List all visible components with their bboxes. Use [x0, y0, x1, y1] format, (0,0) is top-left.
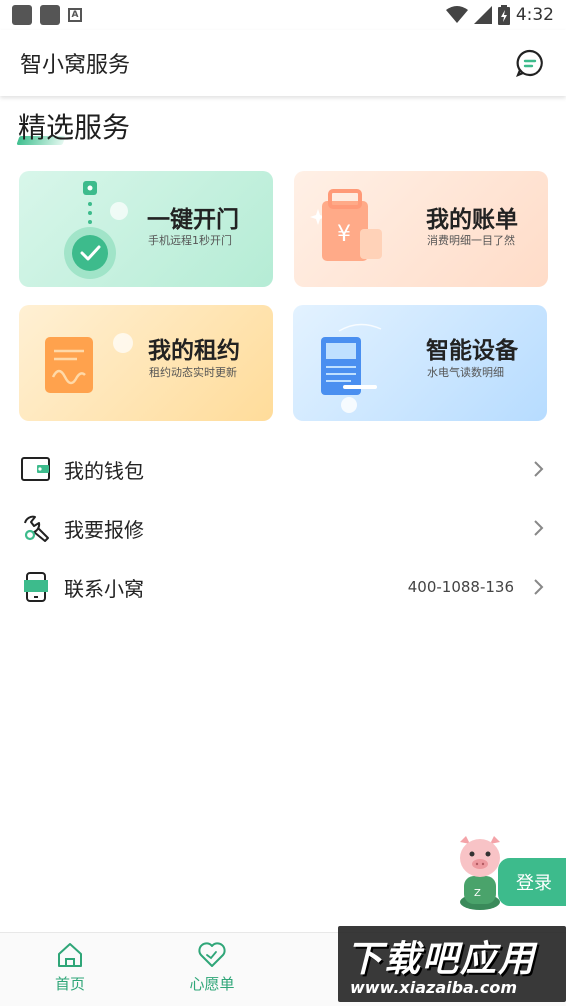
section-title: 精选服务: [18, 111, 131, 144]
card-open-door[interactable]: 一键开门 手机远程1秒开门: [19, 171, 273, 287]
chat-bubble-icon: [516, 49, 543, 77]
heart-icon: [198, 942, 226, 967]
lease-document-icon: [45, 333, 133, 393]
card-subtitle: 水电气读数明细: [427, 366, 504, 379]
status-time: 4:32: [515, 5, 554, 25]
app-header: 智小窝服务: [0, 30, 566, 96]
keyboard-icon: A: [68, 8, 82, 22]
wifi-icon: [445, 6, 468, 23]
login-label: 登录: [516, 873, 552, 894]
battery-icon: [497, 5, 510, 25]
watermark: 下载吧应用 www.xiazaiba.com: [338, 926, 566, 1002]
list-item-wallet[interactable]: 我的钱包: [0, 440, 566, 498]
svg-text:¥: ¥: [337, 222, 351, 247]
chevron-right-icon: [534, 579, 544, 595]
watermark-url: www.xiazaiba.com: [350, 978, 518, 997]
wallet-icon: [20, 453, 52, 485]
list-item-label: 联系小窝: [64, 576, 144, 601]
wrench-icon: [20, 512, 52, 544]
card-my-bill[interactable]: ¥ 我的账单 消费明细一目了然: [294, 171, 548, 287]
svg-text:Z: Z: [474, 888, 481, 899]
login-float[interactable]: 登录 Z: [452, 834, 566, 914]
nav-home-label: 首页: [54, 975, 85, 993]
page-title: 智小窝服务: [20, 53, 131, 78]
contact-phone-number: 400-1088-136: [407, 578, 514, 596]
card-subtitle: 租约动态实时更新: [149, 366, 237, 379]
status-bar: A 4:32: [0, 0, 566, 30]
nav-wishlist-label: 心愿单: [189, 975, 235, 993]
message-button[interactable]: [514, 47, 546, 79]
list-item-contact[interactable]: 联系小窝 400-1088-136: [0, 558, 566, 616]
unlock-illustration-icon: [64, 181, 128, 279]
list-item-label: 我的钱包: [64, 458, 144, 483]
nav-home[interactable]: 首页: [35, 941, 105, 994]
card-title: 一键开门: [147, 207, 239, 233]
card-my-lease[interactable]: 我的租约 租约动态实时更新: [19, 305, 273, 421]
list-item-repair[interactable]: 我要报修: [0, 499, 566, 557]
card-subtitle: 消费明细一目了然: [427, 234, 515, 247]
card-subtitle: 手机远程1秒开门: [148, 234, 232, 247]
notification-icon: [40, 5, 60, 25]
notification-icon: [12, 5, 32, 25]
meter-device-icon: [321, 323, 382, 413]
signal-icon: [473, 6, 492, 24]
chevron-right-icon: [534, 461, 544, 477]
home-icon: [58, 943, 82, 967]
watermark-title: 下载吧应用: [346, 939, 537, 980]
bill-illustration-icon: ¥: [310, 189, 382, 261]
card-title: 我的账单: [426, 207, 518, 233]
card-title: 我的租约: [148, 338, 240, 364]
list-item-label: 我要报修: [64, 517, 144, 542]
nav-wishlist[interactable]: 心愿单: [177, 941, 247, 994]
phone-icon: [20, 571, 52, 603]
card-title: 智能设备: [426, 338, 518, 364]
chevron-right-icon: [534, 520, 544, 536]
pig-mascot-icon: Z: [460, 836, 500, 910]
notification-icons: A: [12, 5, 82, 25]
login-button[interactable]: 登录: [498, 858, 566, 906]
card-smart-device[interactable]: 智能设备 水电气读数明细: [293, 305, 547, 421]
